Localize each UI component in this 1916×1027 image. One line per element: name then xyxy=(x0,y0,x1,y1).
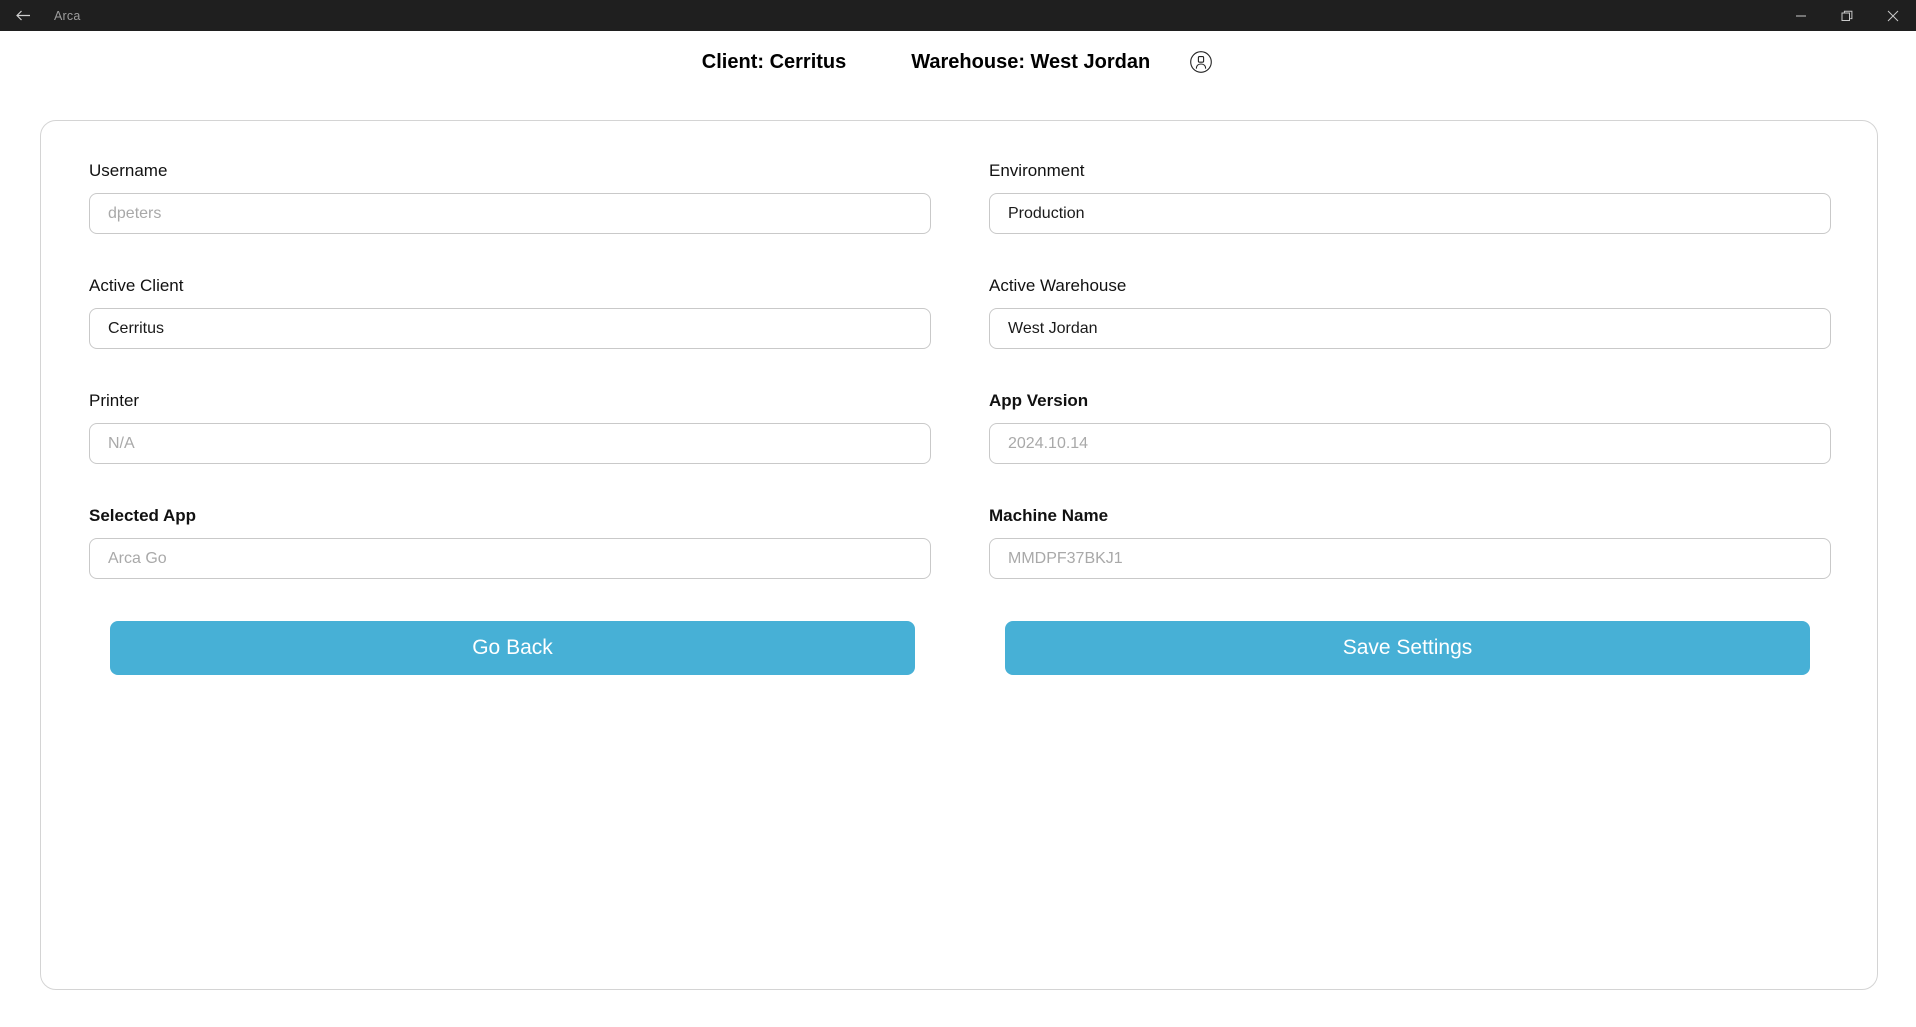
close-icon[interactable] xyxy=(1870,0,1916,31)
field-label: Environment xyxy=(989,161,1085,180)
field-label: Selected App xyxy=(89,506,197,525)
page-header: Client: Cerritus Warehouse: West Jordan xyxy=(0,31,1916,93)
field-label: App Version xyxy=(989,391,1089,410)
printer-input[interactable]: N/A xyxy=(89,423,931,464)
active-warehouse-label: Warehouse: West Jordan xyxy=(911,50,1151,73)
form-actions: Go Back Save Settings xyxy=(89,621,1831,675)
window-titlebar: Arca xyxy=(0,0,1916,31)
field-machine-name: Machine Name MMDPF37BKJ1 xyxy=(989,506,1831,579)
field-label: Printer xyxy=(89,391,140,410)
username-input[interactable]: dpeters xyxy=(89,193,931,234)
field-username: Username dpeters xyxy=(89,161,931,234)
go-back-slot: Go Back xyxy=(89,621,915,675)
selected-app-input[interactable]: Arca Go xyxy=(89,538,931,579)
settings-form: Username dpeters Environment Production … xyxy=(89,161,1831,675)
back-arrow-icon[interactable] xyxy=(0,0,46,31)
save-settings-button[interactable]: Save Settings xyxy=(1005,621,1810,675)
window-title: Arca xyxy=(54,8,81,23)
field-app-version: App Version 2024.10.14 xyxy=(989,391,1831,464)
form-row: Printer N/A App Version 2024.10.14 xyxy=(89,391,1831,464)
field-label: Active Warehouse xyxy=(989,276,1127,295)
go-back-button[interactable]: Go Back xyxy=(110,621,915,675)
field-label: Username xyxy=(89,161,168,180)
settings-card: Username dpeters Environment Production … xyxy=(40,120,1878,990)
active-client-input[interactable]: Cerritus xyxy=(89,308,931,349)
field-active-warehouse: Active Warehouse West Jordan xyxy=(989,276,1831,349)
field-label: Machine Name xyxy=(989,506,1109,525)
app-version-input[interactable]: 2024.10.14 xyxy=(989,423,1831,464)
form-row: Active Client Cerritus Active Warehouse … xyxy=(89,276,1831,349)
field-printer: Printer N/A xyxy=(89,391,931,464)
save-settings-slot: Save Settings xyxy=(1005,621,1831,675)
field-active-client: Active Client Cerritus xyxy=(89,276,931,349)
active-warehouse-input[interactable]: West Jordan xyxy=(989,308,1831,349)
minimize-icon[interactable] xyxy=(1778,0,1824,31)
field-label: Active Client xyxy=(89,276,184,295)
machine-name-input[interactable]: MMDPF37BKJ1 xyxy=(989,538,1831,579)
active-client-label: Client: Cerritus xyxy=(701,50,847,73)
maximize-icon[interactable] xyxy=(1824,0,1870,31)
form-row: Selected App Arca Go Machine Name MMDPF3… xyxy=(89,506,1831,579)
user-circle-icon[interactable] xyxy=(1188,49,1214,75)
field-selected-app: Selected App Arca Go xyxy=(89,506,931,579)
form-row: Username dpeters Environment Production xyxy=(89,161,1831,234)
environment-input[interactable]: Production xyxy=(989,193,1831,234)
field-environment: Environment Production xyxy=(989,161,1831,234)
